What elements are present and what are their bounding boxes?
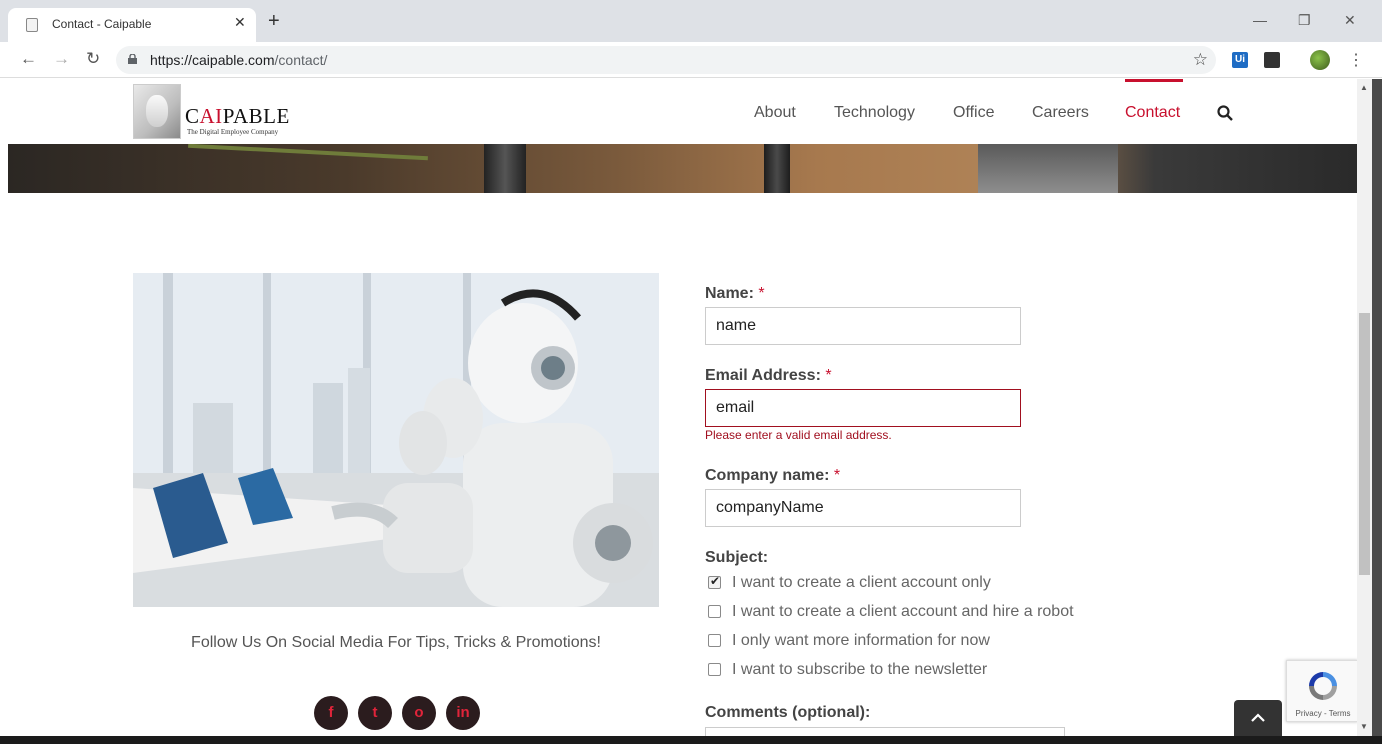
name-label-text: Name: — [705, 285, 754, 302]
logo-robot-image[interactable] — [133, 84, 181, 139]
nav-contact[interactable]: Contact — [1125, 104, 1180, 122]
recaptcha-icon — [1309, 672, 1337, 700]
logo-face — [146, 95, 168, 127]
email-input[interactable] — [705, 389, 1021, 427]
subject-checkbox[interactable] — [708, 663, 721, 676]
nav-office[interactable]: Office — [953, 104, 995, 122]
name-label: Name: * — [705, 285, 765, 303]
comments-label: Comments (optional): — [705, 704, 871, 721]
scrollbar-thumb[interactable] — [1359, 313, 1370, 575]
tab-title: Contact - Caipable — [52, 17, 152, 31]
url-path: /contact/ — [274, 52, 328, 68]
subject-option-label: I want to subscribe to the newsletter — [732, 661, 988, 678]
browser-toolbar: ← → ↻ https://caipable.com/contact/ ☆ Ui… — [0, 42, 1382, 78]
window-edge — [1372, 79, 1382, 744]
extension-icon[interactable] — [1264, 52, 1280, 68]
company-label: Company name: * — [705, 467, 840, 485]
robots-illustration — [133, 273, 659, 607]
site-header: CAIPABLE The Digital Employee Company Ab… — [8, 79, 1357, 144]
company-input[interactable] — [705, 489, 1021, 527]
tab-favicon-icon — [26, 18, 38, 32]
page-viewport: CAIPABLE The Digital Employee Company Ab… — [8, 79, 1357, 736]
search-icon[interactable] — [1217, 105, 1233, 121]
uipath-extension-icon[interactable]: Ui — [1232, 52, 1248, 68]
address-bar[interactable]: https://caipable.com/contact/ ☆ — [116, 46, 1216, 74]
company-label-text: Company name: — [705, 467, 830, 484]
subject-option-label: I want to create a client account and hi… — [732, 603, 1074, 620]
lock-icon — [128, 54, 137, 64]
minimize-icon[interactable]: — — [1253, 12, 1267, 28]
subject-checkbox[interactable] — [708, 634, 721, 647]
banner-object — [484, 144, 526, 193]
back-to-top-button[interactable] — [1234, 700, 1282, 736]
restore-icon[interactable]: ❐ — [1298, 12, 1311, 29]
logo-prefix: C — [185, 104, 200, 128]
chevron-up-icon — [1251, 713, 1265, 722]
robots-office-image — [133, 273, 659, 607]
subject-checkbox[interactable] — [708, 605, 721, 618]
subject-checkbox[interactable]: ✔ — [708, 574, 721, 589]
back-arrow-icon[interactable]: ← — [20, 50, 37, 68]
logo-accent: AI — [199, 104, 223, 128]
required-mark: * — [825, 367, 832, 384]
required-mark: * — [758, 285, 765, 302]
checkmark-icon: ✔ — [710, 574, 721, 588]
twitter-icon[interactable]: t — [358, 696, 392, 730]
page-scrollbar[interactable]: ▲ ▼ — [1357, 79, 1372, 736]
scroll-up-icon[interactable]: ▲ — [1360, 83, 1368, 92]
browser-menu-icon[interactable]: ⋮ — [1348, 50, 1364, 70]
nav-active-indicator — [1125, 79, 1183, 82]
email-error-message: Please enter a valid email address. — [705, 428, 892, 442]
recaptcha-badge[interactable]: Privacy - Terms — [1286, 660, 1357, 722]
subject-option-label: I want to create a client account only — [732, 574, 991, 591]
subject-option-label: I only want more information for now — [732, 632, 990, 649]
instagram-icon[interactable]: o — [402, 696, 436, 730]
banner-pencil — [188, 144, 428, 161]
recaptcha-text[interactable]: Privacy - Terms — [1287, 709, 1357, 718]
nav-about[interactable]: About — [754, 104, 796, 122]
window-close-icon[interactable]: ✕ — [1344, 12, 1356, 29]
scroll-down-icon[interactable]: ▼ — [1360, 722, 1368, 731]
follow-us-text: Follow Us On Social Media For Tips, Tric… — [191, 634, 601, 651]
os-taskbar — [0, 736, 1382, 744]
logo-tagline: The Digital Employee Company — [187, 128, 279, 136]
facebook-icon[interactable]: f — [314, 696, 348, 730]
new-tab-icon[interactable]: + — [268, 11, 280, 31]
browser-tab[interactable]: Contact - Caipable ✕ — [8, 8, 256, 42]
email-label-text: Email Address: — [705, 367, 821, 384]
email-label: Email Address: * — [705, 367, 832, 385]
nav-careers[interactable]: Careers — [1032, 104, 1089, 122]
banner-device — [978, 144, 1118, 193]
logo-suffix: PABLE — [222, 104, 290, 128]
hero-banner-image — [8, 144, 1357, 193]
banner-object — [764, 144, 790, 193]
required-mark: * — [833, 467, 841, 484]
forward-arrow-icon[interactable]: → — [53, 50, 70, 68]
linkedin-icon[interactable]: in — [446, 696, 480, 730]
name-input[interactable] — [705, 307, 1021, 345]
reload-icon[interactable]: ↻ — [86, 50, 100, 68]
comments-textarea[interactable] — [705, 727, 1065, 736]
url-text: https://caipable.com/contact/ — [150, 52, 327, 68]
nav-technology[interactable]: Technology — [834, 104, 915, 122]
subject-label: Subject: — [705, 549, 769, 566]
tab-close-icon[interactable]: ✕ — [234, 14, 246, 31]
browser-tab-bar: Contact - Caipable ✕ + — ❐ ✕ — [0, 0, 1382, 42]
profile-avatar[interactable] — [1310, 50, 1330, 70]
url-host: https://caipable.com — [150, 52, 275, 68]
logo-text[interactable]: CAIPABLE — [185, 104, 290, 129]
bookmark-star-icon[interactable]: ☆ — [1193, 50, 1208, 70]
